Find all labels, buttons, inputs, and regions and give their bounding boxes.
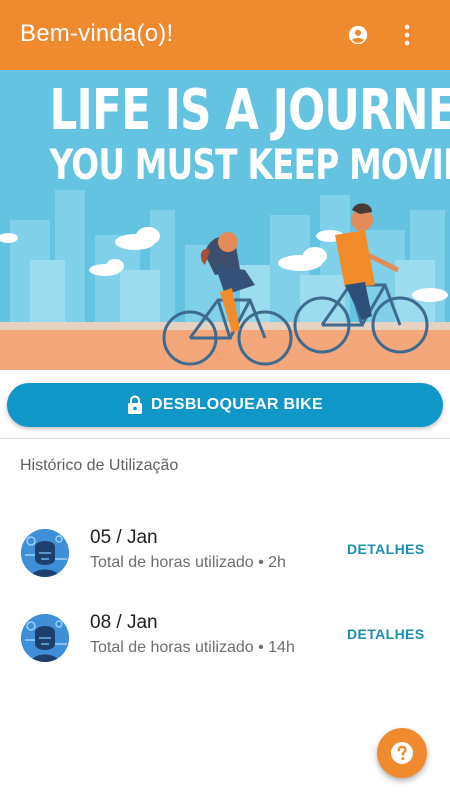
more-options-button[interactable] [393, 21, 421, 49]
details-button[interactable]: DETALHES [347, 626, 425, 642]
history-date: 08 / Jan [90, 612, 158, 633]
lock-icon [127, 395, 143, 415]
journey-banner: LIFE IS A JOURNEY YOU MUST KEEP MOVING [0, 70, 450, 370]
history-item[interactable]: 08 / Jan Total de horas utilizado • 14h … [0, 608, 450, 668]
history-hours: Total de horas utilizado • 14h [90, 639, 295, 656]
banner-subheadline: YOU MUST KEEP MOVING [49, 140, 450, 189]
details-button[interactable]: DETALHES [347, 541, 425, 557]
account-button[interactable] [344, 21, 372, 49]
history-date: 05 / Jan [90, 527, 158, 548]
banner-headline: LIFE IS A JOURNEY [49, 78, 450, 143]
history-hours: Total de horas utilizado • 2h [90, 554, 286, 571]
account-circle-icon [348, 25, 368, 45]
help-icon [391, 742, 413, 764]
history-item[interactable]: 05 / Jan Total de horas utilizado • 2h D… [0, 523, 450, 583]
unlock-bike-button[interactable]: DESBLOQUEAR BIKE [7, 383, 443, 427]
avatar [21, 529, 69, 577]
section-divider [0, 438, 450, 439]
app-title: Bem-vinda(o)! [20, 20, 174, 47]
more-vert-icon [404, 24, 410, 46]
history-title: Histórico de Utilização [20, 457, 179, 474]
avatar [21, 614, 69, 662]
unlock-bike-label: DESBLOQUEAR BIKE [151, 396, 323, 413]
help-fab[interactable] [377, 728, 427, 778]
app-bar: Bem-vinda(o)! [0, 0, 450, 70]
